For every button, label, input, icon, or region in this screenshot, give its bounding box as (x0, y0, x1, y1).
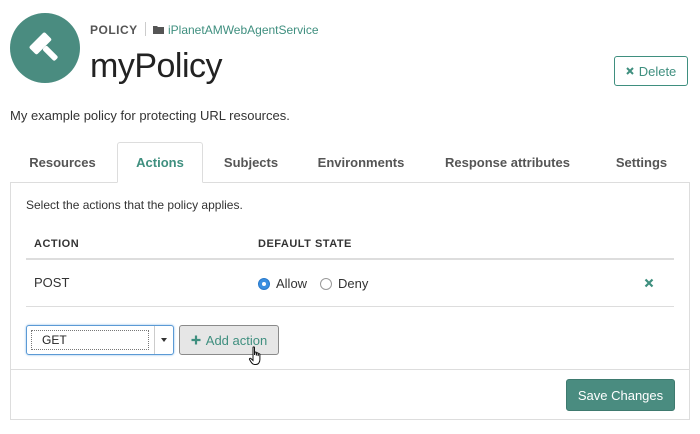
deny-radio-label[interactable]: Deny (338, 276, 368, 291)
policy-header: POLICY iPlanetAMWebAgentService myPolicy… (10, 13, 690, 103)
hand-cursor-icon (248, 346, 261, 365)
column-header-action: ACTION (34, 238, 80, 250)
action-select-value: GET (31, 330, 149, 350)
save-changes-button[interactable]: Save Changes (566, 379, 675, 411)
close-icon (625, 67, 634, 75)
tab-bar: Resources Actions Subjects Environments … (10, 142, 690, 183)
chevron-down-icon[interactable] (154, 326, 173, 354)
delete-label: Delete (638, 63, 677, 79)
action-name: POST (34, 275, 70, 290)
policy-kind-label: POLICY (90, 23, 138, 37)
delete-button[interactable]: Delete (614, 56, 688, 86)
header-separator (145, 22, 146, 36)
allow-radio-label[interactable]: Allow (276, 276, 307, 291)
table-header-divider (26, 258, 674, 260)
policy-avatar (10, 13, 80, 83)
table-row-divider (26, 306, 674, 307)
tab-actions[interactable]: Actions (117, 142, 203, 183)
tab-subjects[interactable]: Subjects (205, 142, 297, 183)
application-link[interactable]: iPlanetAMWebAgentService (168, 23, 319, 37)
gavel-icon (29, 32, 58, 61)
tab-resources[interactable]: Resources (10, 142, 115, 183)
allow-radio[interactable] (258, 278, 270, 290)
tab-environments[interactable]: Environments (300, 142, 422, 183)
page-title: myPolicy (90, 47, 223, 85)
tab-response-attributes[interactable]: Response attributes (425, 142, 590, 183)
add-action-button[interactable]: Add action (179, 325, 279, 355)
action-select[interactable]: GET (26, 325, 174, 355)
remove-action-icon[interactable] (644, 278, 654, 288)
policy-description: My example policy for protecting URL res… (10, 108, 290, 123)
deny-radio[interactable] (320, 278, 332, 290)
actions-instructions: Select the actions that the policy appli… (26, 198, 243, 212)
tab-settings[interactable]: Settings (593, 142, 690, 183)
folder-icon (153, 26, 164, 34)
column-header-default-state: DEFAULT STATE (258, 238, 352, 250)
panel-footer-divider (11, 369, 689, 370)
plus-icon (191, 335, 201, 345)
actions-panel: Select the actions that the policy appli… (10, 182, 690, 420)
